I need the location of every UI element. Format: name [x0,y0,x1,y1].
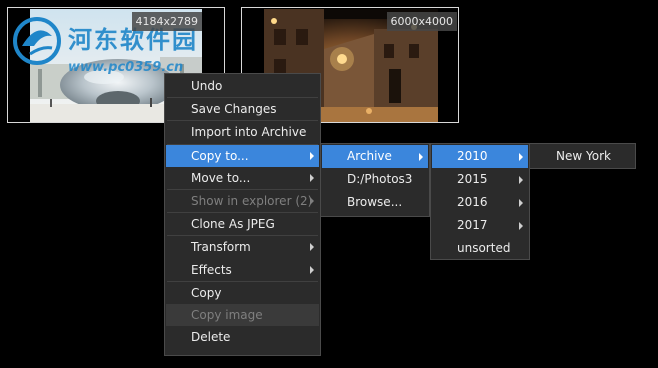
submenu-arrow-icon [519,152,523,161]
copy-to-submenu: Archive D:/Photos3 Browse... [320,143,430,217]
menu-item-save-changes[interactable]: Save Changes [166,98,319,120]
menu-item-copy-image[interactable]: Copy image [166,303,319,327]
menu-item-label: 2015 [457,172,488,186]
submenu-arrow-icon [310,243,314,252]
submenu-arrow-icon [519,198,523,207]
menu-item-move-to[interactable]: Move to... [166,167,319,189]
archive-submenu: 2010 2015 2016 2017 unsorted [430,143,530,260]
menu-item-undo[interactable]: Undo [166,75,319,97]
submenu-item-browse[interactable]: Browse... [322,191,428,214]
menu-item-label: Show in explorer (2) [191,193,313,208]
menu-item-transform[interactable]: Transform [166,236,319,258]
submenu-item-unsorted[interactable]: unsorted [432,237,528,260]
menu-item-label: Transform [191,240,251,255]
submenu-item-2017[interactable]: 2017 [432,214,528,237]
menu-item-import-into-archive[interactable]: Import into Archive [166,121,319,143]
menu-item-copy-to[interactable]: Copy to... [166,144,319,167]
menu-item-label: Archive [347,149,392,163]
menu-item-label: New York [556,149,611,163]
menu-item-label: unsorted [457,241,511,255]
menu-item-label: 2017 [457,218,488,232]
menu-item-label: Delete [191,330,231,345]
menu-item-show-in-explorer[interactable]: Show in explorer (2) [166,190,319,212]
menu-item-label: Clone As JPEG [191,217,275,232]
menu-item-label: Copy image [191,307,263,322]
submenu-arrow-icon [419,152,423,161]
watermark-logo-icon [13,17,61,65]
submenu-arrow-icon [310,197,314,206]
submenu-arrow-icon [310,151,314,160]
menu-item-label: Import into Archive [191,125,307,140]
submenu-item-2010[interactable]: 2010 [432,145,528,168]
submenu-item-d-photos3[interactable]: D:/Photos3 [322,168,428,191]
context-menu: Undo Save Changes Import into Archive Co… [164,73,321,356]
menu-item-label: 2016 [457,195,488,209]
menu-item-label: Copy [191,285,222,300]
menu-item-effects[interactable]: Effects [166,259,319,281]
menu-item-label: D:/Photos3 [347,172,413,186]
menu-item-label: Undo [191,79,223,93]
menu-item-label: 2010 [457,149,488,163]
submenu-arrow-icon [310,173,314,182]
menu-item-delete[interactable]: Delete [166,326,319,348]
menu-item-label: Move to... [191,170,251,185]
thumbnail-1-dimensions: 4184x2789 [131,12,202,31]
menu-item-label: Copy to... [191,148,249,163]
thumbnail-2-dimensions: 6000x4000 [386,12,457,31]
submenu-arrow-icon [310,265,314,274]
menu-item-label: Effects [191,262,232,277]
year-2010-submenu: New York [529,143,636,169]
menu-item-clone-as-jpeg[interactable]: Clone As JPEG [166,213,319,235]
submenu-arrow-icon [519,221,523,230]
submenu-item-archive[interactable]: Archive [322,145,428,168]
menu-item-copy[interactable]: Copy [166,282,319,304]
submenu-arrow-icon [519,175,523,184]
menu-item-label: Browse... [347,195,403,209]
menu-item-label: Save Changes [191,102,277,117]
submenu-item-2015[interactable]: 2015 [432,168,528,191]
submenu-item-2016[interactable]: 2016 [432,191,528,214]
submenu-item-new-york[interactable]: New York [531,145,634,168]
